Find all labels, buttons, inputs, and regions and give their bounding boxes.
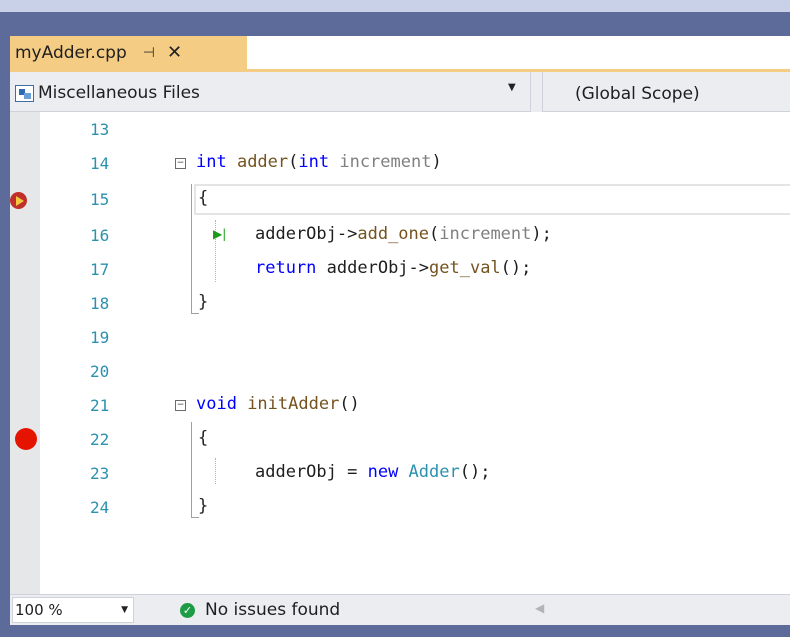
punctuation: (); bbox=[459, 462, 491, 482]
issues-indicator[interactable]: ✓ No issues found bbox=[180, 600, 340, 620]
breakpoint-icon[interactable] bbox=[15, 428, 37, 450]
code-text: return adderObj->get_val(); bbox=[255, 258, 531, 278]
punctuation: ( bbox=[288, 152, 299, 172]
collapse-icon[interactable]: − bbox=[175, 158, 186, 169]
code-line: 14 − int adder(int increment) bbox=[10, 146, 790, 180]
pin-icon[interactable]: ⊣ bbox=[143, 45, 155, 61]
run-to-click-icon[interactable]: ▶| bbox=[213, 227, 226, 241]
window-left-frame bbox=[0, 12, 10, 637]
punctuation: (); bbox=[500, 258, 532, 278]
line-number: 19 bbox=[90, 328, 110, 347]
parameter: increment bbox=[329, 152, 432, 172]
code-line: 24 } bbox=[10, 490, 790, 524]
code-text: adderObj->add_one(increment); bbox=[255, 224, 552, 244]
keyword: int bbox=[298, 152, 330, 172]
navbar-separator bbox=[530, 72, 543, 112]
document-tab[interactable]: myAdder.cpp ⊣ ✕ bbox=[10, 36, 247, 69]
navigation-bar: Miscellaneous Files ▼ (Global Scope) bbox=[10, 72, 790, 112]
close-icon[interactable]: ✕ bbox=[167, 42, 182, 63]
scope-guide-end bbox=[191, 313, 199, 314]
indent-guide bbox=[215, 458, 216, 484]
code-editor[interactable]: 13 14 − int adder(int increment) 15 { 16… bbox=[10, 112, 790, 594]
line-number: 24 bbox=[90, 498, 110, 517]
code-text: { bbox=[198, 188, 209, 208]
project-dropdown[interactable]: Miscellaneous Files bbox=[10, 78, 530, 108]
chevron-down-icon[interactable]: ▼ bbox=[508, 82, 516, 93]
punctuation: ); bbox=[531, 224, 552, 244]
code-token: adderObj = bbox=[255, 462, 368, 482]
zoom-level: 100 % bbox=[15, 601, 63, 619]
line-number: 20 bbox=[90, 362, 110, 381]
function-name: initAdder bbox=[236, 394, 340, 414]
tab-well bbox=[0, 12, 790, 36]
punctuation: ( bbox=[429, 224, 440, 244]
breakpoint-current-statement-icon[interactable] bbox=[10, 192, 27, 209]
line-number: 22 bbox=[90, 430, 110, 449]
scope-dropdown[interactable]: (Global Scope) bbox=[575, 84, 700, 104]
window-bottom-frame bbox=[0, 625, 790, 637]
code-text: int adder(int increment) bbox=[196, 152, 442, 172]
check-circle-icon: ✓ bbox=[180, 602, 195, 618]
code-line: 21 − void initAdder() bbox=[10, 388, 790, 422]
parameter: increment bbox=[439, 224, 532, 244]
tab-filename: myAdder.cpp bbox=[15, 42, 127, 63]
function-name: add_one bbox=[357, 224, 430, 244]
type-name: Adder bbox=[398, 462, 460, 482]
keyword: int bbox=[196, 152, 227, 172]
code-token: adderObj-> bbox=[255, 224, 358, 244]
punctuation: () bbox=[339, 394, 360, 414]
line-number: 13 bbox=[90, 120, 110, 139]
punctuation: ) bbox=[431, 152, 442, 172]
scope-label: (Global Scope) bbox=[575, 84, 700, 104]
keyword: new bbox=[367, 462, 399, 482]
code-text: void initAdder() bbox=[196, 394, 360, 414]
code-line: 13 bbox=[10, 112, 790, 146]
code-line: 18 } bbox=[10, 286, 790, 320]
scope-guide-end bbox=[191, 517, 199, 518]
zoom-dropdown[interactable]: 100 % ▼ bbox=[12, 597, 134, 623]
line-number: 21 bbox=[90, 396, 110, 415]
issues-label: No issues found bbox=[205, 600, 341, 620]
code-line: 20 bbox=[10, 354, 790, 388]
line-number: 15 bbox=[90, 190, 110, 209]
line-number: 17 bbox=[90, 260, 110, 279]
code-line: 22 { bbox=[10, 422, 790, 456]
project-label: Miscellaneous Files bbox=[38, 83, 200, 103]
scope-guide bbox=[191, 422, 192, 518]
code-line: 15 { bbox=[10, 184, 790, 218]
code-line: 19 bbox=[10, 320, 790, 354]
project-icon bbox=[15, 84, 34, 102]
scope-guide bbox=[191, 184, 192, 314]
window-top-strip bbox=[0, 0, 790, 12]
code-line: 16 adderObj->add_one(increment); bbox=[10, 218, 790, 252]
code-text: { bbox=[198, 428, 209, 448]
keyword: void bbox=[196, 394, 237, 414]
code-token: adderObj-> bbox=[316, 258, 430, 278]
chevron-down-icon[interactable]: ▼ bbox=[121, 605, 128, 615]
keyword: return bbox=[255, 258, 317, 278]
code-line: 17 return adderObj->get_val(); bbox=[10, 252, 790, 286]
line-number: 16 bbox=[90, 226, 110, 245]
editor-status-bar: 100 % ▼ ✓ No issues found ◀ bbox=[10, 594, 790, 625]
line-number: 23 bbox=[90, 464, 110, 483]
line-number: 14 bbox=[90, 154, 110, 173]
code-line: 23 adderObj = new Adder(); bbox=[10, 456, 790, 490]
code-text: } bbox=[198, 292, 209, 312]
code-text: } bbox=[198, 496, 209, 516]
scroll-left-icon[interactable]: ◀ bbox=[535, 601, 544, 615]
code-text: adderObj = new Adder(); bbox=[255, 462, 490, 482]
collapse-icon[interactable]: − bbox=[175, 400, 186, 411]
function-name: adder bbox=[226, 152, 289, 172]
function-name: get_val bbox=[429, 258, 501, 278]
line-number: 18 bbox=[90, 294, 110, 313]
